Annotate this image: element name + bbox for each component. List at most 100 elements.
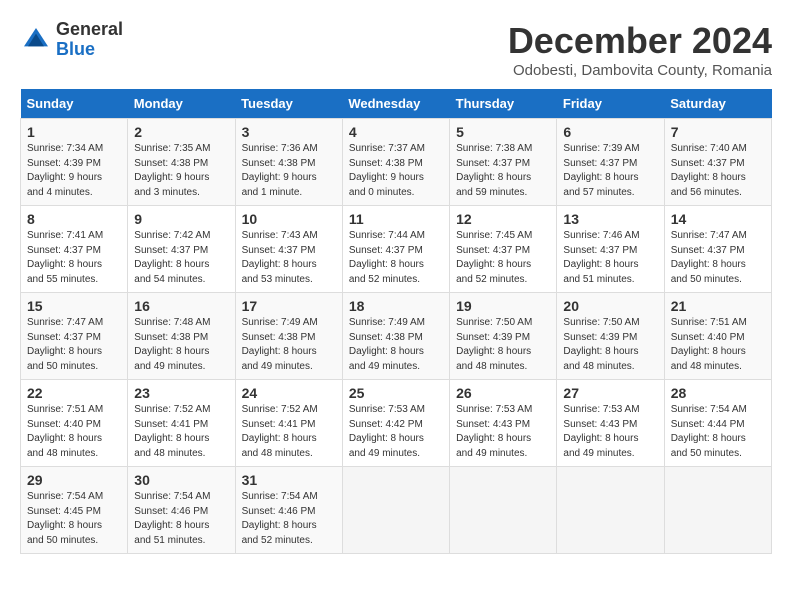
day-header-monday: Monday [128,89,235,119]
calendar-cell: 28 Sunrise: 7:54 AM Sunset: 4:44 PM Dayli… [664,380,771,467]
day-number: 18 [349,298,443,314]
day-header-friday: Friday [557,89,664,119]
calendar-cell: 24Sunrise: 7:52 AM Sunset: 4:41 PM Dayli… [235,380,342,467]
day-number: 6 [563,124,657,140]
day-header-saturday: Saturday [664,89,771,119]
calendar-cell: 10 Sunrise: 7:43 AM Sunset: 4:37 PM Dayli… [235,206,342,293]
day-header-tuesday: Tuesday [235,89,342,119]
calendar-cell: 1 Sunrise: 7:34 AM Sunset: 4:39 PM Daylig… [21,119,128,206]
calendar-cell: 22 Sunrise: 7:51 AM Sunset: 4:40 PM Dayli… [21,380,128,467]
day-info: Sunrise: 7:40 AM Sunset: 4:37 PM Dayligh… [671,142,765,200]
day-number: 2 [134,124,228,140]
day-number: 31 [242,472,336,488]
day-number: 19 [456,298,550,314]
page-header: General Blue December 2024 Odobesti, Dam… [20,20,772,79]
day-number: 4 [349,124,443,140]
calendar-cell [664,467,771,554]
calendar-cell: 20 Sunrise: 7:50 AM Sunset: 4:39 PM Dayli… [557,293,664,380]
day-info: Sunrise: 7:54 AM Sunset: 4:44 PM Dayligh… [671,403,765,461]
week-row-2: 8Sunrise: 7:41 AM Sunset: 4:37 PM Daylig… [21,206,772,293]
day-info: Sunrise: 7:39 AM Sunset: 4:37 PM Dayligh… [563,142,657,200]
day-info: Sunrise: 7:41 AM Sunset: 4:37 PM Dayligh… [27,229,121,287]
calendar-cell: 12Sunrise: 7:45 AM Sunset: 4:37 PM Dayli… [450,206,557,293]
title-block: December 2024 Odobesti, Dambovita County… [508,20,772,79]
month-title: December 2024 [508,20,772,62]
day-info: Sunrise: 7:49 AM Sunset: 4:38 PM Dayligh… [349,316,443,374]
day-number: 9 [134,211,228,227]
day-info: Sunrise: 7:51 AM Sunset: 4:40 PM Dayligh… [671,316,765,374]
calendar-cell: 6 Sunrise: 7:39 AM Sunset: 4:37 PM Daylig… [557,119,664,206]
day-number: 21 [671,298,765,314]
calendar-cell: 17Sunrise: 7:49 AM Sunset: 4:38 PM Dayli… [235,293,342,380]
calendar-cell: 19 Sunrise: 7:50 AM Sunset: 4:39 PM Dayli… [450,293,557,380]
day-info: Sunrise: 7:44 AM Sunset: 4:37 PM Dayligh… [349,229,443,287]
calendar-cell: 31 Sunrise: 7:54 AM Sunset: 4:46 PM Dayli… [235,467,342,554]
calendar-cell [342,467,449,554]
day-info: Sunrise: 7:53 AM Sunset: 4:43 PM Dayligh… [456,403,550,461]
day-info: Sunrise: 7:47 AM Sunset: 4:37 PM Dayligh… [671,229,765,287]
day-number: 25 [349,385,443,401]
calendar-cell [557,467,664,554]
week-row-5: 29 Sunrise: 7:54 AM Sunset: 4:45 PM Dayli… [21,467,772,554]
calendar-cell: 25 Sunrise: 7:53 AM Sunset: 4:42 PM Dayli… [342,380,449,467]
day-header-thursday: Thursday [450,89,557,119]
day-number: 1 [27,124,121,140]
day-number: 10 [242,211,336,227]
calendar-cell: 14Sunrise: 7:47 AM Sunset: 4:37 PM Dayli… [664,206,771,293]
day-info: Sunrise: 7:53 AM Sunset: 4:42 PM Dayligh… [349,403,443,461]
day-number: 12 [456,211,550,227]
day-number: 28 [671,385,765,401]
day-info: Sunrise: 7:37 AM Sunset: 4:38 PM Dayligh… [349,142,443,200]
day-number: 16 [134,298,228,314]
calendar-cell: 23 Sunrise: 7:52 AM Sunset: 4:41 PM Dayli… [128,380,235,467]
day-info: Sunrise: 7:38 AM Sunset: 4:37 PM Dayligh… [456,142,550,200]
calendar-cell: 18 Sunrise: 7:49 AM Sunset: 4:38 PM Dayli… [342,293,449,380]
calendar-cell: 7Sunrise: 7:40 AM Sunset: 4:37 PM Daylig… [664,119,771,206]
day-info: Sunrise: 7:50 AM Sunset: 4:39 PM Dayligh… [563,316,657,374]
day-number: 15 [27,298,121,314]
day-header-wednesday: Wednesday [342,89,449,119]
day-info: Sunrise: 7:42 AM Sunset: 4:37 PM Dayligh… [134,229,228,287]
day-info: Sunrise: 7:54 AM Sunset: 4:46 PM Dayligh… [134,490,228,548]
day-number: 5 [456,124,550,140]
calendar-cell: 15 Sunrise: 7:47 AM Sunset: 4:37 PM Dayli… [21,293,128,380]
calendar-cell: 9 Sunrise: 7:42 AM Sunset: 4:37 PM Daylig… [128,206,235,293]
day-info: Sunrise: 7:35 AM Sunset: 4:38 PM Dayligh… [134,142,228,200]
day-number: 20 [563,298,657,314]
logo-text: General Blue [56,20,123,60]
calendar-cell: 4 Sunrise: 7:37 AM Sunset: 4:38 PM Daylig… [342,119,449,206]
day-info: Sunrise: 7:53 AM Sunset: 4:43 PM Dayligh… [563,403,657,461]
day-info: Sunrise: 7:52 AM Sunset: 4:41 PM Dayligh… [134,403,228,461]
day-info: Sunrise: 7:36 AM Sunset: 4:38 PM Dayligh… [242,142,336,200]
day-info: Sunrise: 7:47 AM Sunset: 4:37 PM Dayligh… [27,316,121,374]
day-info: Sunrise: 7:43 AM Sunset: 4:37 PM Dayligh… [242,229,336,287]
calendar-cell: 27Sunrise: 7:53 AM Sunset: 4:43 PM Dayli… [557,380,664,467]
location: Odobesti, Dambovita County, Romania [508,62,772,79]
day-number: 22 [27,385,121,401]
calendar-cell: 26 Sunrise: 7:53 AM Sunset: 4:43 PM Dayli… [450,380,557,467]
day-number: 23 [134,385,228,401]
day-info: Sunrise: 7:54 AM Sunset: 4:45 PM Dayligh… [27,490,121,548]
day-info: Sunrise: 7:51 AM Sunset: 4:40 PM Dayligh… [27,403,121,461]
week-row-3: 15 Sunrise: 7:47 AM Sunset: 4:37 PM Dayli… [21,293,772,380]
day-info: Sunrise: 7:54 AM Sunset: 4:46 PM Dayligh… [242,490,336,548]
calendar-cell: 30Sunrise: 7:54 AM Sunset: 4:46 PM Dayli… [128,467,235,554]
logo-icon [20,24,52,56]
day-info: Sunrise: 7:34 AM Sunset: 4:39 PM Dayligh… [27,142,121,200]
day-info: Sunrise: 7:50 AM Sunset: 4:39 PM Dayligh… [456,316,550,374]
day-number: 17 [242,298,336,314]
calendar-header-row: SundayMondayTuesdayWednesdayThursdayFrid… [21,89,772,119]
day-info: Sunrise: 7:48 AM Sunset: 4:38 PM Dayligh… [134,316,228,374]
calendar-cell: 16 Sunrise: 7:48 AM Sunset: 4:38 PM Dayli… [128,293,235,380]
day-number: 26 [456,385,550,401]
calendar-cell: 5 Sunrise: 7:38 AM Sunset: 4:37 PM Daylig… [450,119,557,206]
day-info: Sunrise: 7:46 AM Sunset: 4:37 PM Dayligh… [563,229,657,287]
day-number: 29 [27,472,121,488]
day-number: 13 [563,211,657,227]
calendar-cell: 21 Sunrise: 7:51 AM Sunset: 4:40 PM Dayli… [664,293,771,380]
day-number: 11 [349,211,443,227]
calendar-cell: 11 Sunrise: 7:44 AM Sunset: 4:37 PM Dayli… [342,206,449,293]
calendar-table: SundayMondayTuesdayWednesdayThursdayFrid… [20,89,772,554]
calendar-cell: 2 Sunrise: 7:35 AM Sunset: 4:38 PM Daylig… [128,119,235,206]
day-number: 3 [242,124,336,140]
